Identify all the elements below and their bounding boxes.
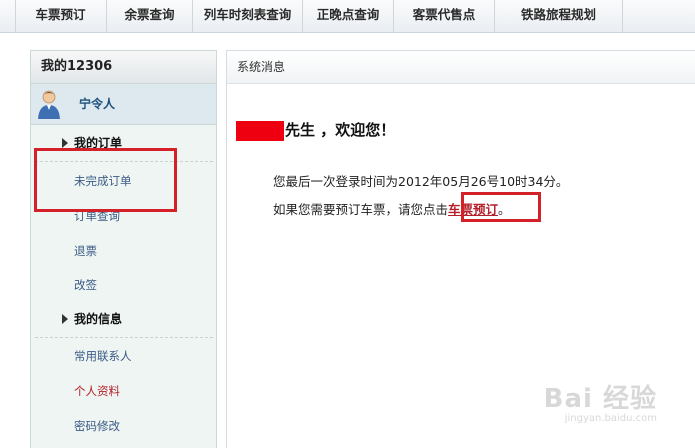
- username: 宁令人: [79, 97, 116, 111]
- last-login-text: 您最后一次登录时间为2012年05月26号10时34分。: [273, 174, 569, 189]
- link-contacts[interactable]: 常用联系人: [74, 348, 132, 364]
- section-label: 我的信息: [74, 312, 123, 326]
- sidebar-title: 我的12306: [31, 51, 216, 84]
- nav-trip-planning[interactable]: 铁路旅程规划: [495, 0, 623, 32]
- nav-timetable[interactable]: 列车时刻表查询: [193, 0, 303, 32]
- panel-title: 系统消息: [227, 51, 695, 84]
- link-profile[interactable]: 个人资料: [74, 383, 120, 399]
- watermark-logo: Bai 经验: [543, 384, 657, 414]
- triangle-right-icon: [62, 138, 68, 148]
- highlight-box: [461, 192, 541, 222]
- prompt-prefix: 如果您需要预订车票，请您点击: [273, 202, 449, 217]
- link-change-password[interactable]: 密码修改: [74, 418, 120, 434]
- highlight-box: [34, 148, 177, 212]
- section-my-info[interactable]: 我的信息: [31, 306, 216, 332]
- link-change-ticket[interactable]: 改签: [74, 277, 97, 293]
- divider: [35, 337, 213, 338]
- triangle-right-icon: [62, 314, 68, 324]
- welcome-message: 先生 ，欢迎您！: [285, 121, 396, 139]
- nav-remaining-tickets[interactable]: 余票查询: [107, 0, 193, 32]
- redacted-name: [236, 121, 284, 141]
- nav-ticket-agents[interactable]: 客票代售点: [394, 0, 495, 32]
- user-row: 宁令人: [31, 84, 216, 125]
- baidu-watermark: Bai 经验 jingyan.baidu.com: [544, 378, 657, 424]
- nav-punctuality[interactable]: 正晚点查询: [303, 0, 394, 32]
- sidebar: 我的12306 宁令人 我的订单 未完成订单 订单查询 退票 改签 我的信息 常…: [30, 50, 217, 448]
- nav-ticket-booking[interactable]: 车票预订: [15, 0, 107, 32]
- top-navigation: 车票预订 余票查询 列车时刻表查询 正晚点查询 客票代售点 铁路旅程规划: [0, 0, 695, 33]
- user-avatar-icon: [38, 90, 60, 119]
- link-refund[interactable]: 退票: [74, 243, 97, 259]
